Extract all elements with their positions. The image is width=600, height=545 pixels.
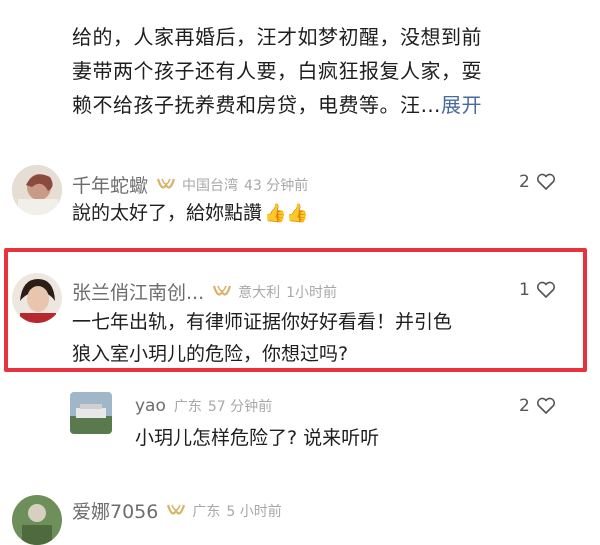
location: 意大利 — [238, 284, 281, 301]
comment-text-line-2: 狼入室小玥儿的危险，你想过吗? — [72, 343, 349, 365]
like-button[interactable]: 2 — [519, 172, 556, 192]
comment-meta: 千年蛇蠍 中国台湾 43 分钟前 — [72, 171, 308, 198]
username[interactable]: 爱娜7056 — [72, 497, 158, 524]
timestamp: 1小时前 — [286, 284, 338, 301]
location: 广东 — [173, 399, 202, 415]
expand-link[interactable]: 展开 — [441, 93, 482, 117]
comment-meta: 爱娜7056 广东 5 小时前 — [72, 497, 282, 524]
badge-icon — [213, 285, 232, 296]
heart-icon — [536, 281, 555, 298]
location: 中国台湾 — [182, 177, 239, 194]
post-line-1: 给的，人家再婚后，汪才如梦初醒，没想到前 — [72, 25, 482, 49]
post-line-3-text: 赖不给孩子抚养费和房贷，电费等。汪… — [72, 93, 441, 117]
post-line-2: 妻带两个孩子还有人要，白疯狂报复人家，耍 — [72, 59, 482, 83]
location: 广东 — [192, 503, 221, 520]
username[interactable]: 千年蛇蠍 — [72, 171, 148, 198]
heart-icon — [536, 173, 555, 190]
username[interactable]: 张兰俏江南创... — [72, 278, 204, 305]
like-button[interactable]: 2 — [519, 396, 556, 416]
heart-icon — [536, 397, 555, 414]
badge-icon — [156, 178, 176, 189]
avatar[interactable] — [12, 273, 62, 323]
thumbs-up-icon: 👍👍 — [264, 203, 309, 224]
comment-text: 小玥儿怎样危险了? 说来听听 — [135, 427, 380, 449]
like-count: 1 — [519, 280, 530, 300]
timestamp: 5 小时前 — [226, 503, 282, 520]
timestamp: 57 分钟前 — [207, 399, 273, 415]
badge-icon — [167, 504, 186, 515]
post-body: 给的，人家再婚后，汪才如梦初醒，没想到前 妻带两个孩子还有人要，白疯狂报复人家，… — [72, 20, 572, 122]
comment-meta: 张兰俏江南创... 意大利 1小时前 — [72, 278, 337, 305]
like-button[interactable]: 1 — [519, 280, 556, 300]
comment-text-line-1: 一七年出轨，有律师证据你好好看看！并引色 — [72, 311, 453, 333]
post-line-3: 赖不给孩子抚养费和房贷，电费等。汪…展开 — [72, 88, 572, 122]
avatar[interactable] — [12, 165, 62, 215]
like-count: 2 — [519, 172, 530, 192]
avatar[interactable] — [70, 392, 112, 434]
comment-meta: yao 广东 57 分钟前 — [135, 396, 272, 416]
username[interactable]: yao — [135, 396, 166, 416]
comment-text-body: 說的太好了，給妳點讚 — [72, 202, 263, 224]
like-count: 2 — [519, 396, 530, 416]
comment-text: 說的太好了，給妳點讚 👍👍 — [72, 197, 309, 230]
avatar[interactable] — [12, 495, 62, 545]
timestamp: 43 分钟前 — [244, 177, 309, 194]
